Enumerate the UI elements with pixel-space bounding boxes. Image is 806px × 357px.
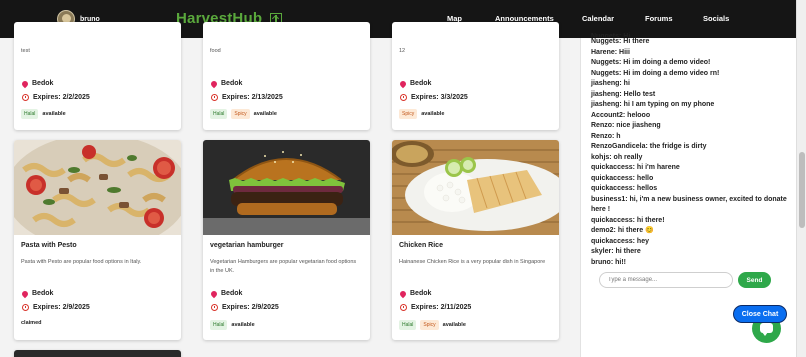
alarm-clock-icon bbox=[400, 94, 407, 101]
chat-message: jiasheng: hi I am typing on my phone bbox=[591, 101, 715, 108]
chat-message: Nuggets: Hi im doing a demo video rn! bbox=[591, 69, 720, 77]
card-title: vegetarian hamburger bbox=[210, 242, 284, 249]
card-tags: Spicy available bbox=[399, 109, 444, 119]
chat-message: quickaccess: hi i'm harene bbox=[591, 164, 680, 171]
alarm-clock-icon bbox=[22, 304, 29, 311]
card-expiry: Expires: 3/3/2025 bbox=[400, 94, 468, 101]
card-tags: Halal available bbox=[210, 320, 255, 330]
page-scrollbar[interactable] bbox=[796, 0, 806, 357]
card-expiry: Expires: 2/2/2025 bbox=[22, 94, 90, 101]
alarm-clock-icon bbox=[211, 304, 218, 311]
card-description: 12 bbox=[399, 48, 406, 54]
card-expiry: Expires: 2/9/2025 bbox=[22, 304, 90, 311]
food-card[interactable]: Pasta with Pesto Pasta with Pesto are po… bbox=[14, 140, 181, 340]
halal-tag: Halal bbox=[399, 320, 417, 330]
card-description: Hainanese Chicken Rice is a very popular… bbox=[399, 259, 546, 265]
food-card[interactable]: food Bedok Expires: 2/13/2025 Halal Spic… bbox=[203, 22, 370, 130]
spicy-tag: Spicy bbox=[420, 320, 439, 330]
chat-message: Nuggets: Hi there bbox=[591, 38, 650, 45]
nav-link-forums[interactable]: Forums bbox=[645, 14, 673, 23]
chicken-rice-image bbox=[392, 140, 559, 235]
chat-message: quickaccess: hi there! bbox=[591, 216, 665, 224]
chat-message: business1: hi, i'm a new business owner,… bbox=[591, 195, 787, 214]
send-button[interactable]: Send bbox=[738, 272, 771, 288]
food-card[interactable] bbox=[14, 350, 181, 357]
food-card[interactable]: test Bedok Expires: 2/2/2025 Halal avail… bbox=[14, 22, 181, 130]
spicy-tag: Spicy bbox=[231, 109, 250, 119]
chat-message: bruno: hi!! bbox=[591, 258, 626, 266]
card-title: Pasta with Pesto bbox=[21, 242, 77, 249]
food-card[interactable]: vegetarian hamburger Vegetarian Hamburge… bbox=[203, 140, 370, 340]
card-location: Bedok bbox=[20, 289, 53, 298]
location-pin-icon bbox=[398, 79, 408, 88]
location-pin-icon bbox=[209, 79, 219, 88]
nav-link-calendar[interactable]: Calendar bbox=[582, 14, 614, 23]
status-badge: available bbox=[442, 322, 466, 328]
card-location: Bedok bbox=[209, 79, 242, 88]
card-description: Vegetarian Hamburgers are popular vegeta… bbox=[210, 259, 357, 274]
card-location: Bedok bbox=[209, 289, 242, 298]
card-tags: Halal available bbox=[21, 109, 66, 119]
card-tags: claimed bbox=[21, 320, 41, 326]
card-expiry: Expires: 2/11/2025 bbox=[400, 304, 471, 311]
card-expiry: Expires: 2/9/2025 bbox=[211, 304, 279, 311]
hamburger-image bbox=[203, 140, 370, 235]
location-pin-icon bbox=[209, 289, 219, 298]
card-title: Chicken Rice bbox=[399, 242, 443, 249]
food-card[interactable]: Chicken Rice Hainanese Chicken Rice is a… bbox=[392, 140, 559, 340]
chat-message: Harene: Hiii bbox=[591, 48, 630, 56]
chat-message: Renzo: nice jiasheng bbox=[591, 122, 661, 129]
location-pin-icon bbox=[20, 289, 30, 298]
card-tags: Halal Spicy available bbox=[210, 109, 277, 119]
halal-tag: Halal bbox=[210, 109, 228, 119]
pasta-image bbox=[14, 140, 181, 235]
status-badge: available bbox=[231, 322, 255, 328]
card-tags: Halal Spicy available bbox=[399, 320, 466, 330]
spicy-tag: Spicy bbox=[399, 109, 418, 119]
chat-message: jiasheng: Hello test bbox=[591, 90, 656, 98]
chat-message: Nuggets: Hi im doing a demo video! bbox=[591, 59, 711, 66]
chat-message: RenzoGandicela: the fridge is dirty bbox=[591, 143, 707, 150]
chat-bubble-icon bbox=[760, 323, 773, 336]
halal-tag: Halal bbox=[210, 320, 228, 330]
food-image bbox=[14, 350, 181, 357]
chat-message: quickaccess: hey bbox=[591, 237, 649, 245]
status-badge: available bbox=[421, 111, 445, 117]
close-chat-button[interactable]: Close Chat bbox=[733, 305, 787, 323]
message-input[interactable] bbox=[599, 272, 733, 288]
chat-message: jiasheng: hi bbox=[591, 80, 630, 87]
location-pin-icon bbox=[20, 79, 30, 88]
alarm-clock-icon bbox=[22, 94, 29, 101]
location-pin-icon bbox=[398, 289, 408, 298]
food-card[interactable]: 12 Bedok Expires: 3/3/2025 Spicy availab… bbox=[392, 22, 559, 130]
chat-message: Renzo: h bbox=[591, 132, 621, 140]
chat-message: quickaccess: hellos bbox=[591, 185, 658, 192]
chat-message: kohjs: oh really bbox=[591, 153, 643, 161]
status-badge: claimed bbox=[21, 320, 42, 326]
alarm-clock-icon bbox=[211, 94, 218, 101]
nav-link-socials[interactable]: Socials bbox=[703, 14, 729, 23]
chat-message: quickaccess: hello bbox=[591, 174, 654, 182]
card-description: food bbox=[210, 48, 221, 54]
alarm-clock-icon bbox=[400, 304, 407, 311]
card-expiry: Expires: 2/13/2025 bbox=[211, 94, 283, 101]
chat-message: skyler: hi there bbox=[591, 248, 641, 255]
halal-tag: Halal bbox=[21, 109, 39, 119]
card-description: test bbox=[21, 48, 30, 54]
scrollbar-thumb[interactable] bbox=[799, 152, 805, 228]
chat-messages: Nuggets: Hi Nuggets: Hi there Harene: Hi… bbox=[591, 32, 791, 268]
status-badge: available bbox=[253, 111, 277, 117]
status-badge: available bbox=[42, 111, 66, 117]
chat-message: Account2: helooo bbox=[591, 111, 651, 119]
card-location: Bedok bbox=[20, 79, 53, 88]
chat-message: demo2: hi there 😊 bbox=[591, 227, 654, 234]
card-description: Pasta with Pesto are popular food option… bbox=[21, 259, 142, 265]
card-location: Bedok bbox=[398, 79, 431, 88]
card-location: Bedok bbox=[398, 289, 431, 298]
